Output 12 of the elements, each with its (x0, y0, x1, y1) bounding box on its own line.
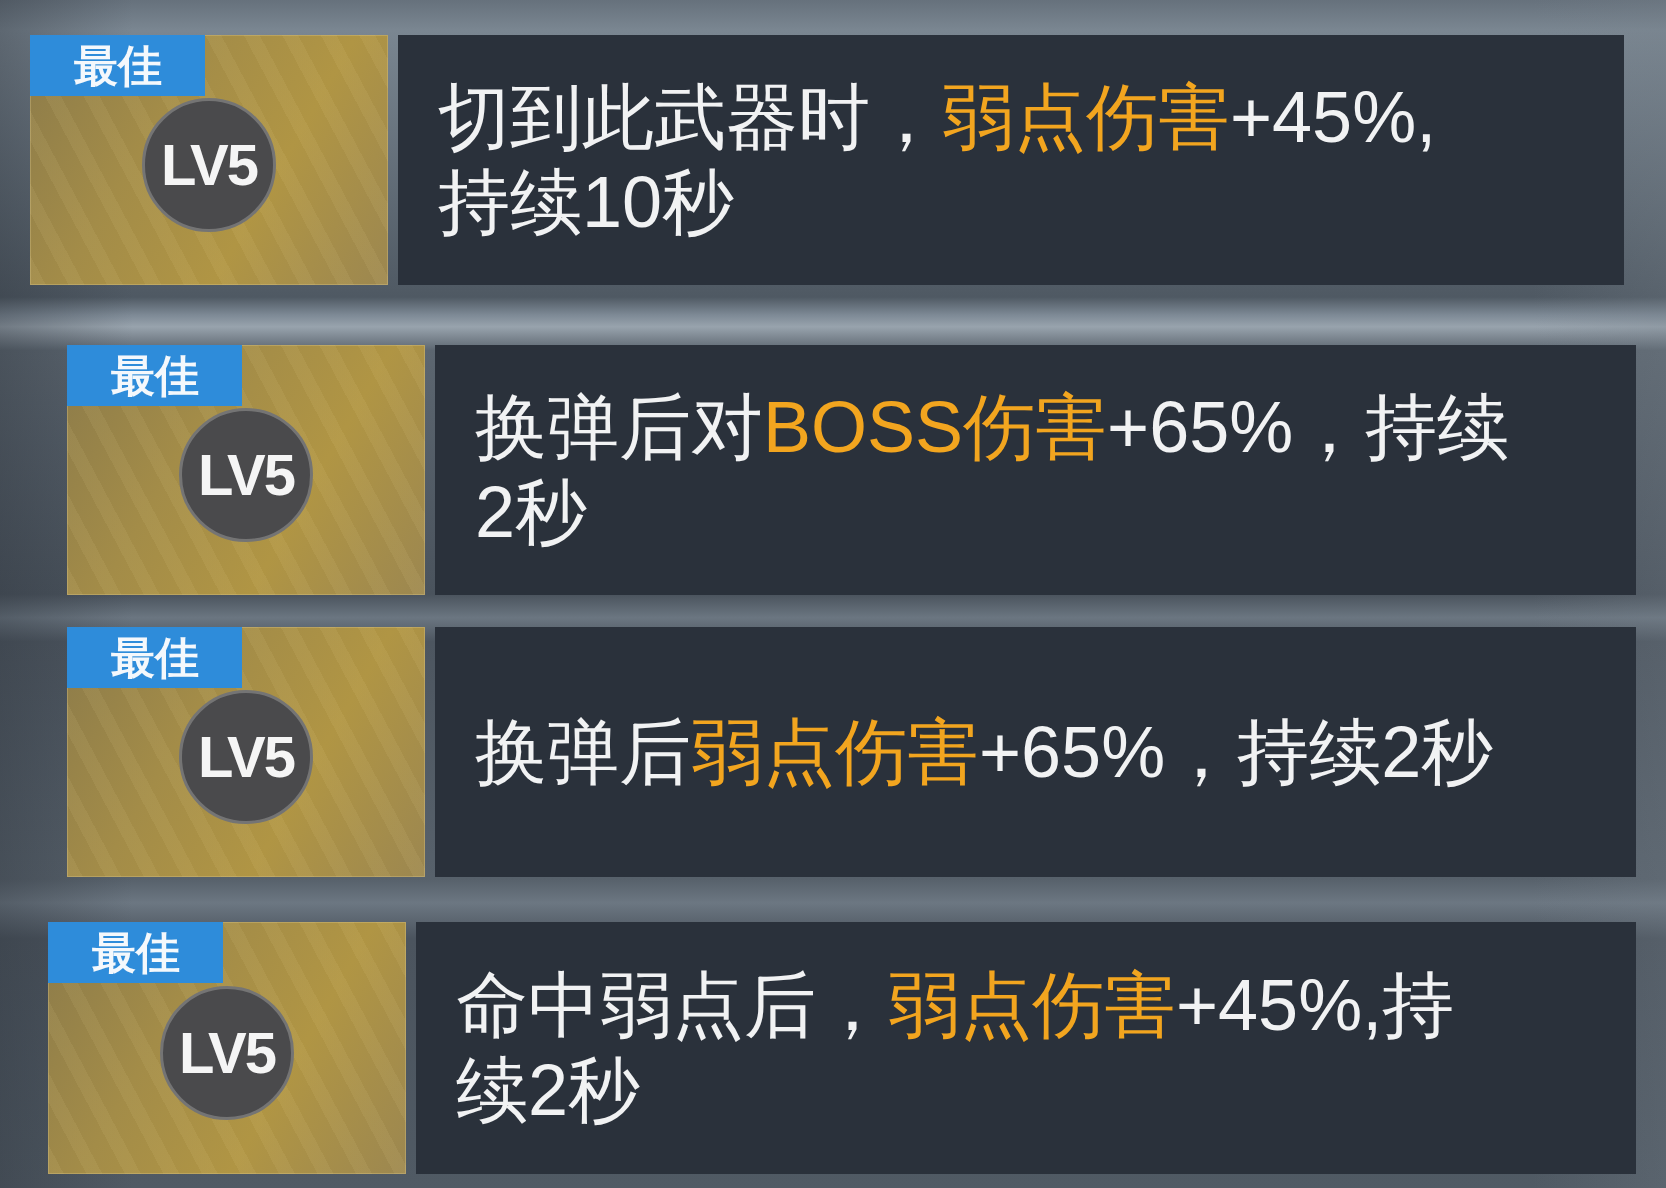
level-circle: LV5 (179, 690, 313, 824)
description-text: 换弹后弱点伤害+65%，持续2秒 (475, 710, 1494, 794)
best-tag: 最佳 (30, 35, 205, 96)
description-text: 切到此武器时，弱点伤害+45%, 持续10秒 (438, 76, 1437, 244)
best-tag: 最佳 (67, 345, 242, 406)
description-text: 命中弱点后，弱点伤害+45%,持 续2秒 (456, 964, 1455, 1132)
best-tag: 最佳 (67, 627, 242, 688)
best-tag: 最佳 (48, 922, 223, 983)
level-circle: LV5 (142, 98, 276, 232)
level-circle: LV5 (179, 408, 313, 542)
description-text: 换弹后对BOSS伤害+65%，持续 2秒 (475, 386, 1510, 554)
level-circle: LV5 (160, 986, 294, 1120)
